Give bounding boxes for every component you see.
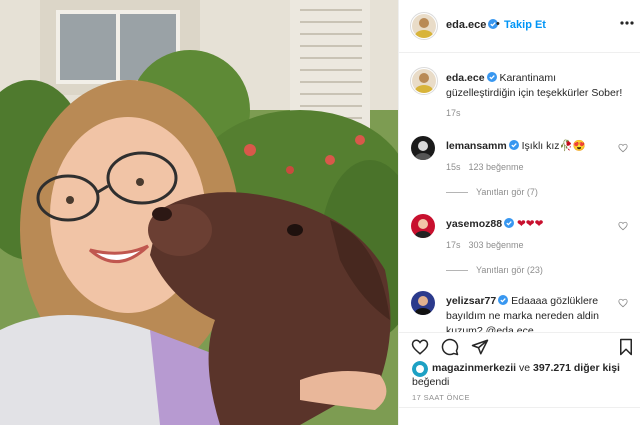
comment-like-heart-icon[interactable] xyxy=(618,298,628,308)
comment-text: ❤❤❤ xyxy=(516,218,544,230)
post-header: eda.ece • Takip Et xyxy=(399,0,640,53)
liker-avatar[interactable] xyxy=(412,361,428,377)
view-replies-link[interactable]: Yanıtları gör (7) xyxy=(446,187,538,197)
comment-body: yasemoz88 ❤❤❤ xyxy=(446,217,616,232)
follow-button[interactable]: Takip Et xyxy=(504,19,546,31)
likes-text: magazinmerkezii ve 397.271 diğer kişi xyxy=(412,361,634,375)
post-side-panel: eda.ece • Takip Et eda.ece Karantinamı g… xyxy=(398,0,640,425)
comment-meta: 17s 303 beğenme xyxy=(446,240,524,250)
comment-like-heart-icon[interactable] xyxy=(618,221,628,231)
likes-connector: ve xyxy=(516,362,533,374)
post-action-bar xyxy=(399,332,640,360)
comments-list[interactable]: eda.ece Karantinamı güzelleştirdiğin içi… xyxy=(399,54,640,332)
comment-like-heart-icon[interactable] xyxy=(618,143,628,153)
heart-icon[interactable] xyxy=(411,338,429,356)
comment-body: lemansamm Işıklı kız🥀😍 xyxy=(446,139,616,154)
post-timestamp[interactable]: 17 SAAT ÖNCE xyxy=(412,393,470,402)
view-replies-text[interactable]: Yanıtları gör (7) xyxy=(476,187,538,197)
comment-username[interactable]: yelizsar77 xyxy=(446,295,496,307)
caption: eda.ece Karantinamı güzelleştirdiğin içi… xyxy=(446,71,626,101)
verified-badge-icon xyxy=(498,295,509,305)
view-replies-link[interactable]: Yanıtları gör (23) xyxy=(446,265,543,275)
comment-time[interactable]: 15s xyxy=(446,162,461,172)
add-comment-area[interactable] xyxy=(399,407,640,425)
author-username-text[interactable]: eda.ece xyxy=(446,19,486,31)
view-replies-text[interactable]: Yanıtları gör (23) xyxy=(476,265,543,275)
caption-username[interactable]: eda.ece xyxy=(446,72,485,84)
post-photo-illustration xyxy=(0,0,398,425)
more-options-icon[interactable] xyxy=(620,13,634,33)
comment-icon[interactable] xyxy=(441,338,459,356)
caption-time[interactable]: 17s xyxy=(446,108,461,118)
verified-badge-icon xyxy=(508,140,519,150)
comment-likes[interactable]: 123 beğenme xyxy=(469,162,524,172)
post-photo[interactable] xyxy=(0,0,398,425)
comment-avatar[interactable] xyxy=(411,214,435,238)
comment-time[interactable]: 17s xyxy=(446,240,461,250)
caption-avatar[interactable] xyxy=(412,69,436,93)
author-avatar[interactable] xyxy=(412,14,436,38)
comment-username[interactable]: lemansamm xyxy=(446,140,507,152)
comment-likes[interactable]: 303 beğenme xyxy=(469,240,524,250)
comment-body: yelizsar77 Edaaaa gözlüklere bayıldım ne… xyxy=(446,294,616,332)
share-icon[interactable] xyxy=(471,338,489,356)
comment-avatar[interactable] xyxy=(411,136,435,160)
likes-suffix: beğendi xyxy=(412,376,450,388)
bookmark-icon[interactable] xyxy=(617,338,635,356)
likes-others-link[interactable]: 397.271 diğer kişi xyxy=(533,362,620,374)
replies-divider xyxy=(446,270,468,272)
liker-username[interactable]: magazinmerkezii xyxy=(432,362,516,374)
header-separator: • xyxy=(496,18,500,30)
verified-badge-icon xyxy=(504,218,515,228)
comment-text: Işıklı kız🥀😍 xyxy=(521,140,586,152)
comment-meta: 15s 123 beğenme xyxy=(446,162,524,172)
verified-badge-icon xyxy=(486,72,497,82)
likes-summary: magazinmerkezii ve 397.271 diğer kişi be… xyxy=(412,361,634,389)
comment-username[interactable]: yasemoz88 xyxy=(446,218,502,230)
author-username[interactable]: eda.ece xyxy=(446,19,499,31)
replies-divider xyxy=(446,192,468,194)
comment-avatar[interactable] xyxy=(411,291,435,315)
